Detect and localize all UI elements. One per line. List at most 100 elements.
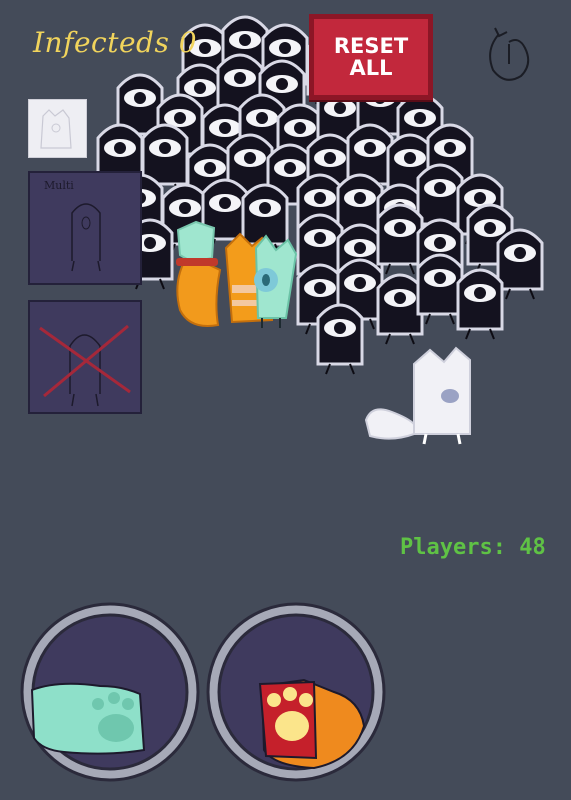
white-cat-player[interactable]: [364, 346, 471, 445]
ghost-body: [346, 123, 394, 186]
ghost-pupil: [244, 152, 256, 164]
ghost-npc: [416, 163, 464, 235]
ghost-npc: [296, 173, 344, 245]
left-ability-button[interactable]: [18, 600, 202, 784]
ghost-eye: [234, 149, 266, 167]
ghost-eye: [384, 219, 416, 237]
ghost-body: [336, 173, 384, 236]
ghost-body: [386, 133, 434, 196]
ghost-pupil: [159, 142, 171, 154]
ghost-npc: [396, 93, 444, 165]
ghost-body: [261, 23, 309, 86]
ghost-legs: [165, 153, 195, 165]
ghost-pupil: [434, 182, 446, 194]
ghost-pupil: [414, 112, 426, 124]
ghost-body: [336, 223, 384, 286]
fox-player-orange[interactable]: [176, 220, 274, 327]
ghost-pupil: [219, 197, 231, 209]
fox-player-mint[interactable]: [254, 234, 298, 328]
ghost-legs: [365, 133, 395, 145]
ghost-legs: [315, 193, 345, 205]
ghost-pupil: [174, 112, 186, 124]
ghost-eye: [314, 149, 346, 167]
ghost-npc: [376, 183, 424, 255]
ghost-npc: [456, 268, 504, 340]
right-ability-button[interactable]: [204, 600, 388, 784]
ghost-legs: [325, 143, 355, 155]
ghost-pupil: [354, 277, 366, 289]
ghost-legs: [210, 163, 240, 175]
ghost-pupil: [294, 122, 306, 134]
ghost-npc: [226, 133, 274, 205]
ghost-eye: [504, 244, 536, 262]
ghost-pupil: [394, 292, 406, 304]
ghost-legs: [285, 163, 315, 175]
reset-all-button[interactable]: RESET ALL: [309, 14, 433, 100]
ghost-eye: [304, 279, 336, 297]
ghost-pupil: [354, 192, 366, 204]
ghost-legs: [385, 333, 415, 345]
ghost-pupil: [314, 192, 326, 204]
ghost-legs: [425, 313, 455, 325]
ghost-eye: [424, 234, 456, 252]
ghost-eye: [304, 229, 336, 247]
ghost-npc: [241, 183, 289, 255]
ghost-body: [201, 178, 249, 241]
ghost-npc: [336, 223, 384, 295]
ghost-legs: [230, 75, 260, 87]
ghost-body: [161, 183, 209, 246]
players-count: Players: 48: [400, 535, 546, 560]
ghost-pupil: [256, 112, 268, 124]
ghost-npc: [296, 263, 344, 335]
ghost-pupil: [144, 237, 156, 249]
ghost-body: [221, 15, 269, 78]
ghost-legs: [395, 193, 425, 205]
ghost-eye: [209, 119, 241, 137]
ghost-legs: [345, 283, 375, 295]
ghost-npc: [141, 123, 189, 195]
ghost-eye: [249, 199, 281, 217]
hide-panel-button[interactable]: [28, 300, 142, 414]
ghost-body: [116, 73, 164, 136]
ghost-eye: [384, 289, 416, 307]
ghost-npc: [258, 59, 306, 131]
ghost-npc: [306, 133, 354, 205]
ghost-body: [336, 258, 384, 321]
ghost-npc: [296, 213, 344, 285]
ghost-body: [396, 93, 444, 156]
ghost-eye: [384, 199, 416, 217]
ghost-pupil: [324, 152, 336, 164]
ghost-body: [456, 173, 504, 236]
multi-panel-button[interactable]: Multi: [28, 171, 142, 285]
ghost-npc: [376, 203, 424, 275]
character-preview[interactable]: [28, 99, 87, 158]
ghost-body: [426, 123, 474, 186]
ghost-pupil: [354, 242, 366, 254]
ghost-body: [416, 253, 464, 316]
ghost-legs: [305, 323, 335, 335]
rotate-arrow-icon[interactable]: [481, 20, 537, 88]
ghost-body: [186, 143, 234, 206]
ghost-pupil: [394, 222, 406, 234]
ghost-pupil: [284, 162, 296, 174]
ghost-legs: [355, 183, 385, 195]
ghost-npc: [238, 93, 286, 165]
ghost-eye: [404, 109, 436, 127]
ghost-npc: [201, 103, 249, 175]
ghost-eye: [424, 179, 456, 197]
ghost-npc: [161, 183, 209, 255]
ghost-body: [456, 268, 504, 331]
ghost-legs: [345, 318, 375, 330]
ghost-pupil: [474, 287, 486, 299]
multi-label: Multi: [44, 179, 74, 192]
ghost-eye: [209, 194, 241, 212]
ghost-npc: [216, 53, 264, 125]
ghost-legs: [150, 183, 180, 195]
ghost-npc: [416, 218, 464, 290]
infected-counter: Infecteds 0: [33, 26, 198, 59]
ghost-pupil: [514, 247, 526, 259]
ghost-body: [296, 173, 344, 236]
ghost-legs: [267, 119, 297, 131]
ghost-eye: [344, 239, 376, 257]
ghost-legs: [465, 233, 495, 245]
